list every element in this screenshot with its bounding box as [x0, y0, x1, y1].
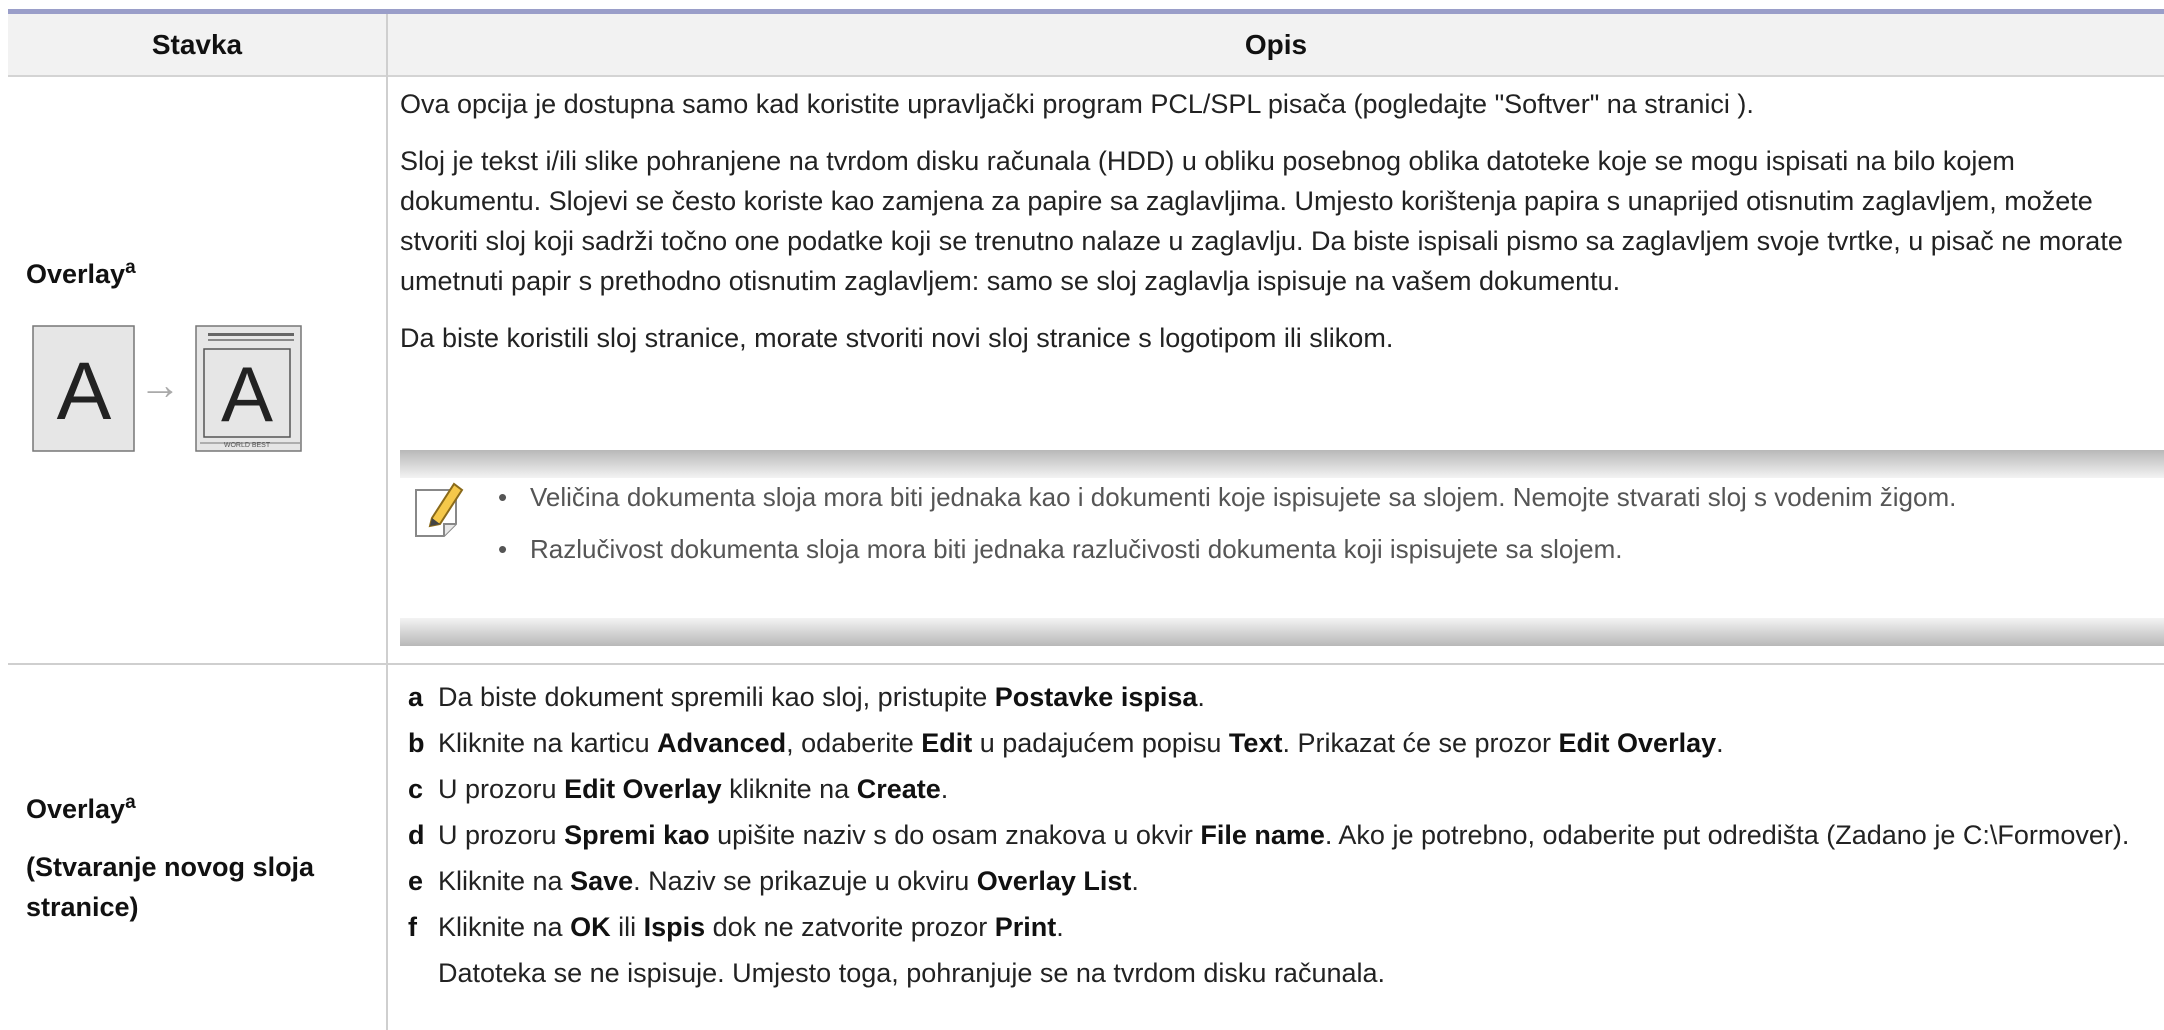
step-text: . Ako je potrebno, odaberite put odrediš…	[1324, 820, 2130, 850]
step-text: u padajućem popisu	[972, 728, 1229, 758]
step-item: b Kliknite na karticu Advanced, odaberite…	[400, 723, 2150, 763]
ui-term: Advanced	[657, 728, 787, 758]
step-text: ili	[610, 912, 644, 942]
step-text: Kliknite na	[438, 866, 571, 896]
document-page: Stavka Opis Overlaya A → A WORLD BEST Ov…	[8, 0, 2164, 1030]
column-divider	[386, 14, 388, 1030]
ui-term: Postavke ispisa	[994, 682, 1198, 712]
step-letter: c	[408, 774, 424, 804]
list-item: • Razlučivost dokumenta sloja mora biti …	[498, 534, 1623, 564]
step-text: dok ne zatvorite prozor	[705, 912, 995, 942]
note-top-band	[400, 450, 2164, 478]
step-item: f Kliknite na OK ili Ispis dok ne zatvori…	[400, 907, 2150, 947]
header-stavka: Stavka	[151, 29, 243, 60]
step-item: e Kliknite na Save. Naziv se prikazuje u …	[400, 861, 2150, 901]
step-letter: f	[408, 912, 417, 942]
ui-term: Edit	[921, 728, 973, 758]
step-text: kliknite na	[721, 774, 857, 804]
steps-list: a Da biste dokument spremili kao sloj, pr…	[400, 677, 2150, 999]
row-divider	[8, 663, 2164, 665]
row2-item-subtitle: (Stvaranje novog sloja stranice)	[26, 852, 315, 922]
step-letter: d	[408, 820, 425, 850]
row1-item-label: Overlaya	[26, 257, 136, 289]
step-letter: a	[408, 682, 424, 712]
note-box: • Veličina dokumenta sloja mora biti jed…	[400, 450, 2164, 646]
step-letter: b	[408, 728, 425, 758]
step-text: upišite naziv s do osam znakova u okvir	[709, 820, 1201, 850]
step-item: d U prozoru Spremi kao upišite naziv s do…	[400, 815, 2150, 855]
paragraph: Da biste koristili sloj stranice, morate…	[400, 323, 1394, 353]
step-text: .	[1716, 728, 1724, 758]
figure-letter-right: A	[221, 350, 273, 438]
step-text: .	[940, 774, 949, 804]
ui-term: File name	[1200, 820, 1325, 850]
step-result-note: Datoteka se ne ispisuje. Umjesto toga, p…	[438, 958, 1386, 988]
step-text: .	[1056, 912, 1064, 942]
note-pencil-icon	[415, 482, 464, 537]
row1-description: Ova opcija je dostupna samo kad koristit…	[400, 84, 2150, 375]
paragraph: Sloj je tekst i/ili slike pohranjene na …	[400, 146, 2123, 296]
ui-term: Edit Overlay	[1558, 728, 1717, 758]
arrow-icon: →	[139, 361, 181, 408]
step-text: Kliknite na karticu	[438, 728, 658, 758]
ui-term: Overlay List	[976, 866, 1132, 896]
row2-item-label: Overlaya (Stvaranje novog sloja stranice…	[26, 783, 366, 927]
step-text: .	[1131, 866, 1139, 896]
list-item: • Veličina dokumenta sloja mora biti jed…	[498, 482, 1957, 512]
note-bottom-band	[400, 618, 2164, 646]
step-text: . Prikazat će se prozor	[1282, 728, 1559, 758]
header-opis: Opis	[1244, 29, 1308, 60]
step-letter: e	[408, 866, 424, 896]
ui-term: Ispis	[643, 912, 706, 942]
step-text: , odaberite	[786, 728, 922, 758]
ui-term: OK	[570, 912, 611, 942]
figure-caption: WORLD BEST	[224, 442, 271, 449]
step-text: . Naziv se prikazuje u okviru	[633, 866, 977, 896]
ui-term: Edit Overlay	[564, 774, 722, 804]
step-text: Da biste dokument spremili kao sloj, pri…	[438, 682, 995, 712]
step-text: .	[1197, 682, 1205, 712]
table-header: Stavka Opis	[8, 14, 2164, 77]
ui-term: Text	[1228, 728, 1283, 758]
ui-term: Save	[570, 866, 634, 896]
paragraph: Ova opcija je dostupna samo kad koristit…	[400, 89, 1754, 119]
step-text: U prozoru	[438, 820, 565, 850]
step-text: Kliknite na	[438, 912, 571, 942]
note-list: • Veličina dokumenta sloja mora biti jed…	[498, 478, 2144, 582]
step-text: U prozoru	[438, 774, 565, 804]
step-item: a Da biste dokument spremili kao sloj, pr…	[400, 677, 2150, 717]
overlay-illustration: A → A WORLD BEST	[32, 325, 302, 452]
ui-term: Create	[856, 774, 941, 804]
step-item: c U prozoru Edit Overlay kliknite na Crea…	[400, 769, 2150, 809]
ui-term: Spremi kao	[564, 820, 710, 850]
figure-letter-left: A	[57, 346, 112, 437]
ui-term: Print	[994, 912, 1057, 942]
